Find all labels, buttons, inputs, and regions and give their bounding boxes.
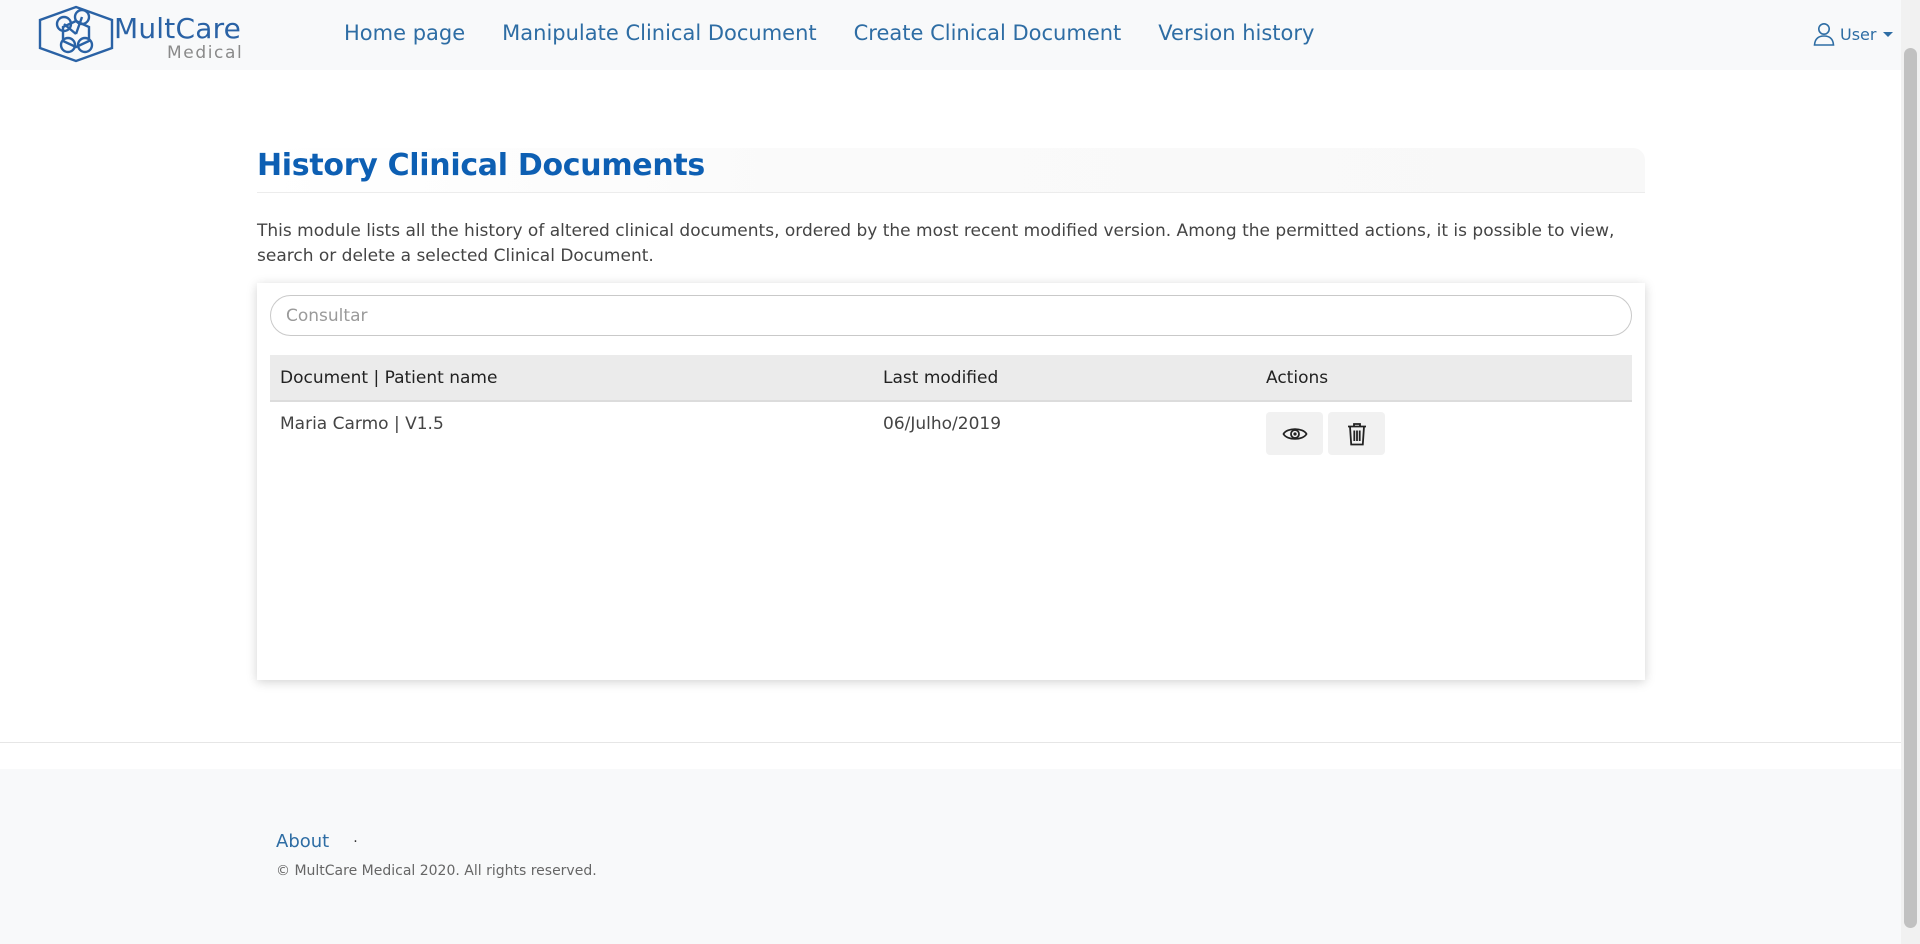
trash-icon — [1347, 422, 1366, 445]
nav-create-clinical-document[interactable]: Create Clinical Document — [854, 19, 1122, 47]
cell-document: Maria Carmo | V1.5 — [280, 414, 444, 434]
nav-manipulate-clinical-document[interactable]: Manipulate Clinical Document — [502, 19, 817, 47]
page-description: This module lists all the history of alt… — [257, 221, 1615, 266]
brand-name: MultCare — [114, 12, 242, 45]
delete-document-button[interactable] — [1328, 412, 1385, 455]
cell-last-modified: 06/Julho/2019 — [883, 414, 1002, 434]
column-header-document: Document | Patient name — [270, 355, 873, 402]
nav-home-page[interactable]: Home page — [344, 19, 465, 47]
user-menu-dropdown[interactable]: User — [1813, 22, 1894, 46]
history-table: Document | Patient name Last modified Ac… — [270, 355, 1632, 459]
scrollbar-thumb[interactable] — [1904, 48, 1917, 928]
page-title-container: History Clinical Documents — [257, 148, 1645, 193]
copyright-text: © MultCare Medical 2020. All rights rese… — [276, 863, 597, 879]
main-nav: Home page Manipulate Clinical Document C… — [344, 19, 1351, 47]
footer-about-link[interactable]: About — [276, 831, 329, 852]
hexagon-molecule-logo-icon — [38, 5, 114, 63]
brand-subtitle: Medical — [167, 43, 244, 63]
column-header-actions: Actions — [1256, 355, 1632, 402]
user-label: User — [1840, 24, 1877, 44]
cell-actions — [1256, 401, 1632, 459]
navbar: MultCare Medical Home page Manipulate Cl… — [0, 0, 1901, 70]
search-input[interactable] — [270, 295, 1632, 336]
chevron-down-icon — [1883, 31, 1894, 37]
column-header-last-modified: Last modified — [873, 355, 1256, 402]
footer-separator: · — [353, 833, 358, 850]
eye-icon — [1281, 427, 1308, 440]
footer-links: About · — [276, 831, 358, 852]
user-icon — [1813, 23, 1835, 46]
nav-version-history[interactable]: Version history — [1158, 19, 1314, 47]
page-title: History Clinical Documents — [257, 148, 705, 183]
brand-logo[interactable]: MultCare Medical — [34, 4, 244, 66]
table-row: Maria Carmo | V1.5 06/Julho/2019 — [270, 401, 1632, 459]
footer: About · © MultCare Medical 2020. All rig… — [0, 769, 1901, 944]
page-scrollbar[interactable] — [1901, 0, 1920, 944]
footer-divider — [0, 742, 1901, 743]
view-document-button[interactable] — [1266, 412, 1323, 455]
documents-card: Document | Patient name Last modified Ac… — [257, 283, 1645, 680]
table-header-row: Document | Patient name Last modified Ac… — [270, 355, 1632, 402]
